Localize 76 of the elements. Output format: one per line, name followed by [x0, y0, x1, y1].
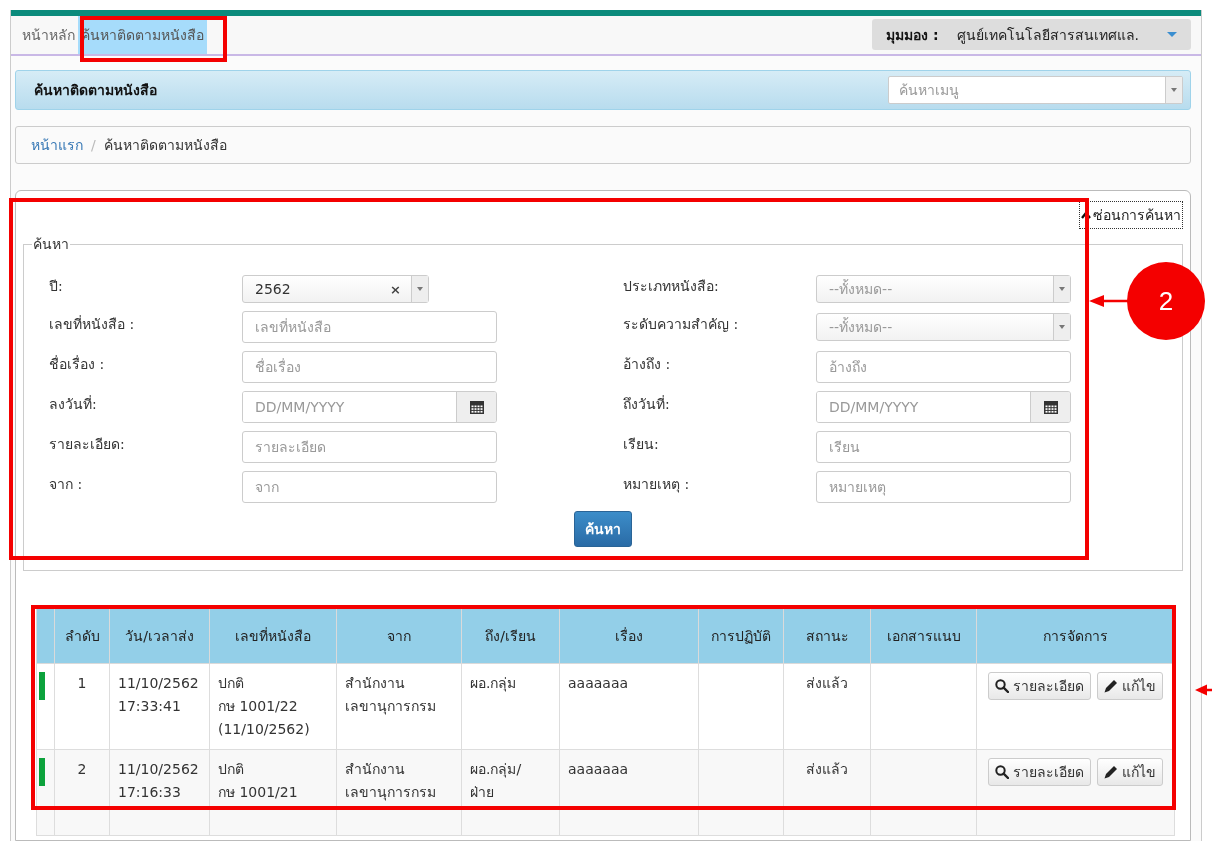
- input-field[interactable]: ชื่อเรื่อง: [242, 351, 497, 383]
- column-header: ลำดับ: [54, 609, 110, 664]
- clear-button[interactable]: ×: [390, 281, 401, 297]
- details-button[interactable]: รายละเอียด: [988, 672, 1091, 700]
- table-cell: ผอ.กลุ่ม: [461, 663, 560, 750]
- edit-button[interactable]: แก้ไข: [1097, 672, 1163, 700]
- calendar-button[interactable]: [456, 392, 496, 422]
- column-header: สถานะ: [783, 609, 871, 664]
- breadcrumb-current: ค้นหาติดตามหนังสือ: [103, 136, 227, 155]
- dropdown-icon[interactable]: [1053, 276, 1070, 302]
- field-label: จาก :: [49, 475, 84, 494]
- table-cell: 11/10/2562 17:33:41: [109, 663, 210, 750]
- column-header: การปฏิบัติ: [698, 609, 784, 664]
- edit-button[interactable]: แก้ไข: [1097, 758, 1163, 786]
- field-label: ลงวันที่:: [49, 394, 98, 414]
- fieldset-legend: ค้นหา: [32, 233, 70, 255]
- search-icon: [995, 765, 1009, 779]
- arrow-drawing: [1195, 684, 1212, 696]
- input-field[interactable]: เลขที่หนังสือ: [242, 311, 497, 343]
- column-header: ถึง/เรียน: [461, 609, 560, 664]
- input-field[interactable]: จาก: [242, 471, 497, 503]
- table-cell: ปกติ กษ 1001/22 (11/10/2562): [209, 663, 337, 750]
- date-field[interactable]: DD/MM/YYYY: [242, 391, 497, 423]
- breadcrumb-link[interactable]: หน้าแรก: [31, 134, 83, 156]
- dropdown-icon[interactable]: [1165, 77, 1182, 103]
- field-label: เรียน:: [623, 435, 660, 454]
- calendar-icon: [469, 400, 484, 414]
- select-field[interactable]: 2562 ×: [242, 275, 429, 303]
- pencil-icon: [1104, 679, 1118, 693]
- table-cell: ส่งแล้ว: [783, 663, 871, 750]
- column-header: เรื่อง: [559, 609, 699, 664]
- column-header: วัน/เวลาส่ง: [109, 609, 210, 664]
- table-cell: ผอ.กลุ่ม/ ฝ่าย: [461, 749, 560, 836]
- arrow-drawing: [1089, 294, 1129, 308]
- input-field[interactable]: อ้างถึง: [816, 351, 1071, 383]
- page-title: ค้นหาติดตามหนังสือ: [34, 81, 157, 100]
- hide-search-link[interactable]: ซ่อนการค้นหา: [1079, 201, 1183, 229]
- input-field[interactable]: หมายเหตุ: [816, 471, 1071, 503]
- field-label: ประเภทหนังสือ:: [623, 277, 720, 296]
- dropdown-icon[interactable]: [1053, 314, 1070, 340]
- nav-link[interactable]: หน้าหลัก: [19, 16, 78, 54]
- view-selector[interactable]: มุมมอง : ศูนย์เทคโนโลยีสารสนเทศแล.: [872, 19, 1191, 50]
- field-label: ปี:: [49, 277, 64, 296]
- table-cell: สำนักงาน เลขานุการกรม: [336, 749, 462, 836]
- calendar-icon: [1043, 400, 1058, 414]
- details-button[interactable]: รายละเอียด: [988, 758, 1091, 786]
- search-icon: [995, 679, 1009, 693]
- column-header: เอกสารแนบ: [870, 609, 977, 664]
- input-field[interactable]: รายละเอียด: [242, 431, 497, 463]
- table-cell: 2: [54, 749, 110, 836]
- calendar-button[interactable]: [1030, 392, 1070, 422]
- breadcrumb-separator: /: [91, 137, 96, 153]
- search-button[interactable]: ค้นหา: [574, 511, 632, 547]
- date-field[interactable]: DD/MM/YYYY: [816, 391, 1071, 423]
- table-cell: ปกติ กษ 1001/21: [209, 749, 337, 836]
- table-cell: ส่งแล้ว: [783, 749, 871, 836]
- input-field[interactable]: เรียน: [816, 431, 1071, 463]
- pencil-icon: [1104, 765, 1118, 779]
- table-cell: aaaaaaa: [559, 749, 699, 836]
- column-header: เลขที่หนังสือ: [209, 609, 337, 664]
- field-label: ระดับความสำคัญ :: [623, 315, 740, 334]
- table-cell: aaaaaaa: [559, 663, 699, 750]
- chevron-up-icon: [1081, 211, 1091, 219]
- dropdown-icon[interactable]: [411, 276, 428, 302]
- field-label: รายละเอียด:: [49, 435, 126, 454]
- caret-icon: [1167, 32, 1177, 37]
- table-cell: สำนักงาน เลขานุการกรม: [336, 663, 462, 750]
- table-cell: 1: [54, 663, 110, 750]
- field-label: ชื่อเรื่อง :: [49, 354, 106, 374]
- field-label: อ้างถึง :: [623, 355, 672, 374]
- column-header: การจัดการ: [976, 609, 1175, 664]
- field-label: เลขที่หนังสือ :: [49, 314, 136, 334]
- field-label: ถึงวันที่:: [623, 394, 671, 414]
- column-header: จาก: [336, 609, 462, 664]
- table-cell: 11/10/2562 17:16:33: [109, 749, 210, 836]
- field-label: หมายเหตุ :: [623, 475, 691, 495]
